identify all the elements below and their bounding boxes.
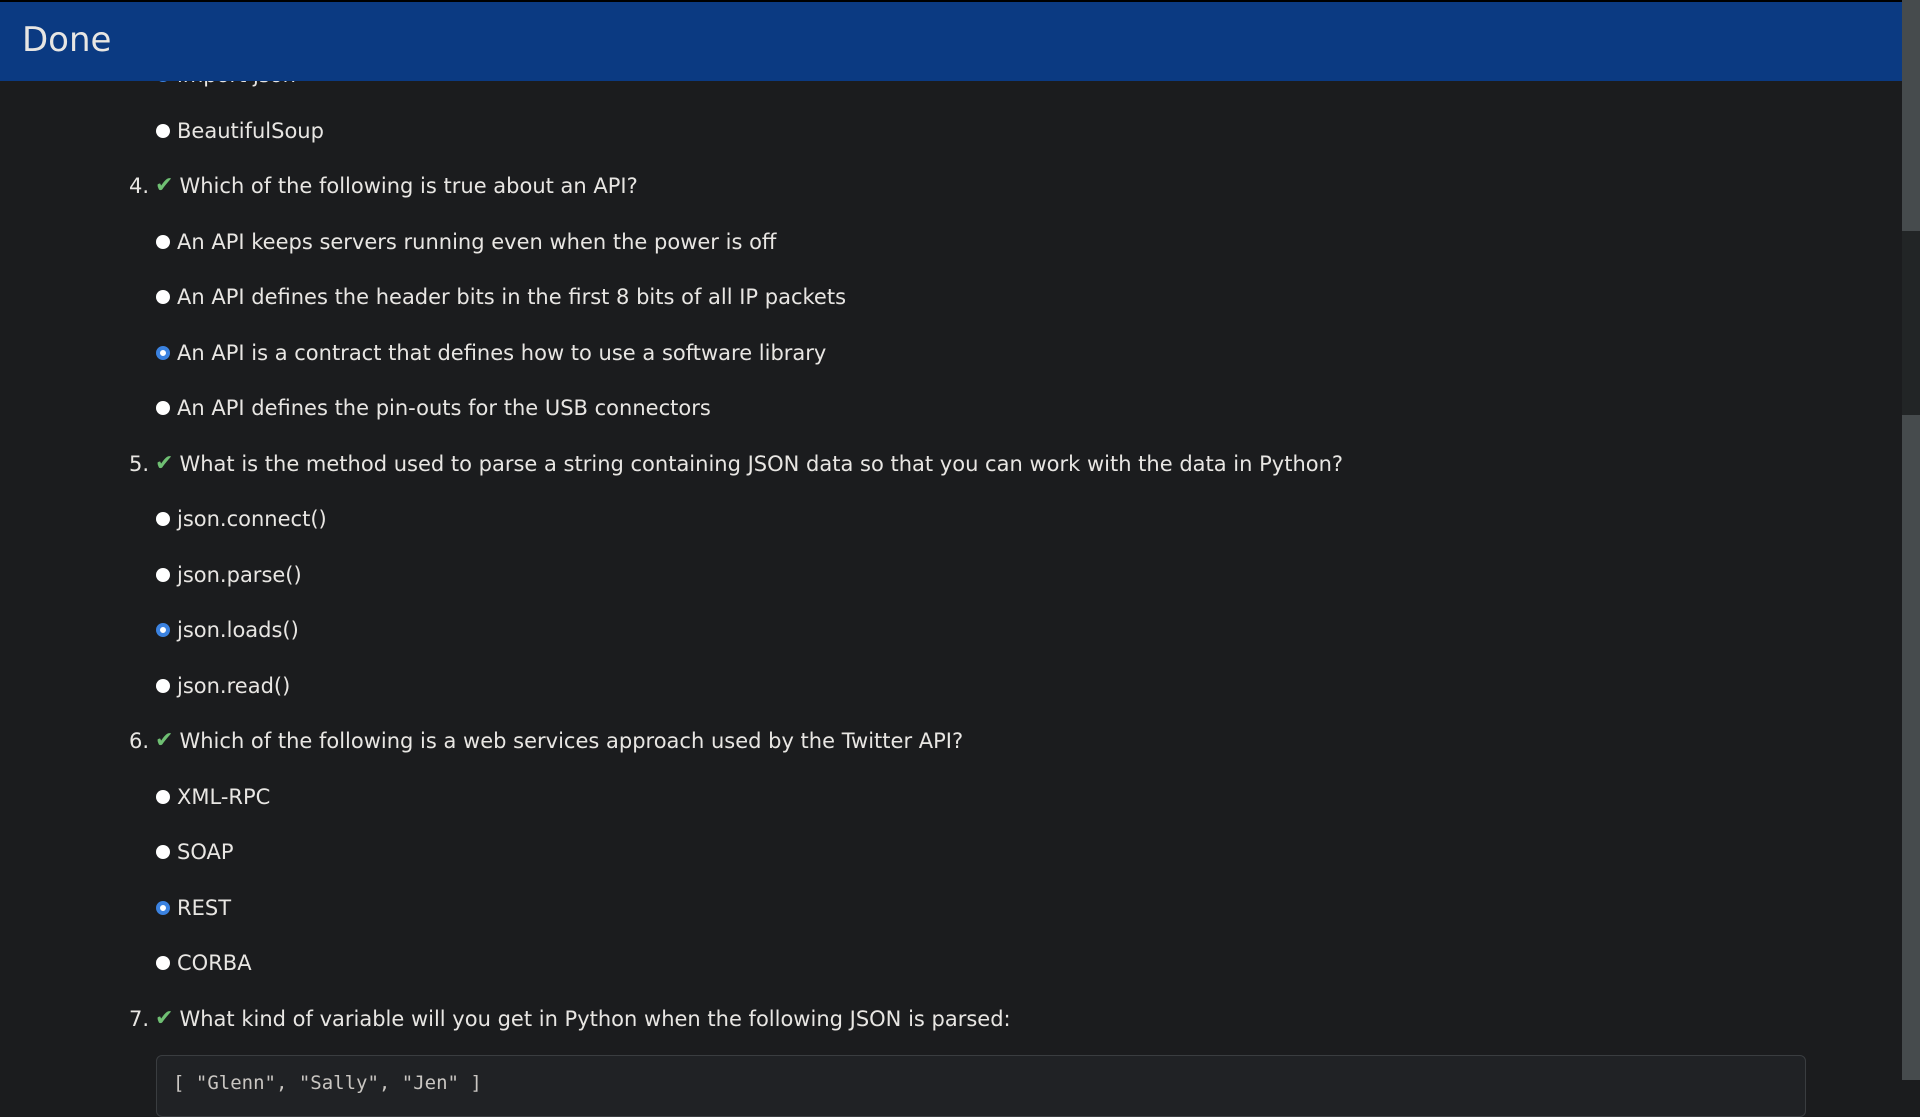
question: 5. ✔ What is the method used to parse a st…	[129, 451, 1343, 477]
radio-selected-icon[interactable]	[156, 345, 170, 360]
scrollbar[interactable]	[1902, 0, 1920, 1080]
option-label: BeautifulSoup	[177, 118, 324, 143]
radio-icon[interactable]	[156, 290, 170, 304]
correct-check-icon: ✔	[155, 450, 174, 476]
radio-icon[interactable]	[156, 567, 170, 582]
option-label: json.loads()	[177, 618, 299, 642]
answer-option[interactable]: REST	[156, 895, 231, 921]
answer-option[interactable]: SOAP	[156, 839, 234, 865]
question-number: 7.	[129, 1006, 150, 1031]
scrollbar-thumb[interactable]	[1902, 231, 1920, 415]
option-label: An API defines the pin-outs for the USB …	[177, 396, 711, 420]
code-text: [ "Glenn", "Sally", "Jen" ]	[173, 1072, 482, 1094]
question-text: What kind of variable will you get in Py…	[179, 1006, 1011, 1031]
question-number: 6.	[129, 729, 150, 753]
question: 6. ✔ Which of the following is a web servi…	[129, 728, 963, 754]
answer-option[interactable]: json.loads()	[156, 617, 299, 643]
radio-icon[interactable]	[156, 678, 170, 693]
option-label: REST	[177, 895, 232, 920]
radio-selected-icon[interactable]	[156, 900, 170, 915]
answer-option[interactable]: json.read()	[156, 673, 290, 699]
question-number: 5.	[129, 451, 150, 476]
option-label: An API defines the header bits in the fi…	[177, 285, 847, 309]
code-block: [ "Glenn", "Sally", "Jen" ]	[156, 1055, 1806, 1117]
answer-option[interactable]: An API is a contract that defines how to…	[156, 340, 826, 366]
option-label: json.connect()	[177, 507, 327, 531]
question-text: Which of the following is true about an …	[179, 174, 638, 198]
header-bar: Done	[0, 0, 1902, 81]
radio-icon[interactable]	[156, 789, 170, 804]
page-title: Done	[22, 20, 112, 60]
radio-icon[interactable]	[156, 123, 170, 138]
question-text: Which of the following is a web services…	[179, 729, 964, 753]
option-label: json.parse()	[177, 562, 302, 587]
answer-option[interactable]: BeautifulSoup	[156, 118, 324, 144]
answer-option[interactable]: CORBA	[156, 950, 252, 976]
option-label: XML-RPC	[177, 784, 271, 809]
question-text: What is the method used to parse a strin…	[179, 451, 1344, 476]
correct-check-icon: ✔	[155, 728, 174, 753]
answer-option[interactable]: XML-RPC	[156, 784, 270, 810]
option-label: SOAP	[177, 840, 234, 864]
correct-check-icon: ✔	[155, 1005, 174, 1031]
radio-icon[interactable]	[156, 956, 170, 970]
top-border	[0, 0, 1902, 2]
option-label: An API keeps servers running even when t…	[177, 229, 777, 254]
radio-selected-icon[interactable]	[156, 623, 170, 637]
radio-icon[interactable]	[156, 401, 170, 415]
correct-check-icon: ✔	[155, 173, 174, 198]
option-label: An API is a contract that defines how to…	[177, 340, 827, 365]
radio-icon[interactable]	[156, 234, 170, 249]
answer-option[interactable]: An API defines the pin-outs for the USB …	[156, 395, 711, 421]
radio-icon[interactable]	[156, 845, 170, 859]
answer-option[interactable]: json.connect()	[156, 506, 327, 532]
answer-option[interactable]: An API keeps servers running even when t…	[156, 229, 776, 255]
answer-option[interactable]: json.parse()	[156, 562, 302, 588]
question: 4. ✔ Which of the following is true about …	[129, 173, 638, 199]
answer-option[interactable]: An API defines the header bits in the fi…	[156, 284, 846, 310]
radio-icon[interactable]	[156, 512, 170, 526]
option-label: CORBA	[177, 951, 252, 975]
option-label: json.read()	[177, 673, 291, 698]
question: 7. ✔ What kind of variable will you get in…	[129, 1006, 1011, 1032]
question-number: 4.	[129, 174, 150, 198]
